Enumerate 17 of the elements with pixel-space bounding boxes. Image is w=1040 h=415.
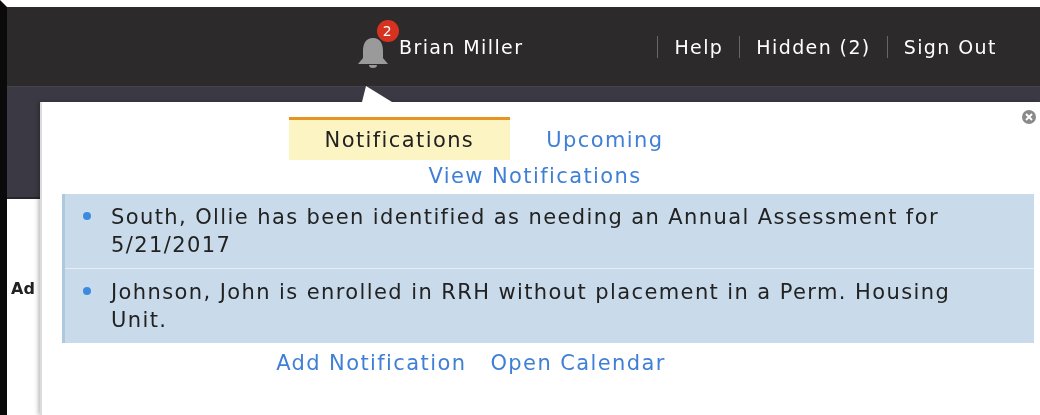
page-text: Ad [11, 279, 35, 298]
view-notifications-link[interactable]: View Notifications [428, 164, 642, 188]
close-icon[interactable] [1022, 110, 1036, 124]
tab[interactable]: Notifications [288, 117, 511, 160]
bullet-icon [83, 212, 91, 220]
top-link[interactable]: Hidden (2) [756, 35, 871, 58]
user-name[interactable]: Brian Miller [399, 35, 524, 58]
notification-text[interactable]: Johnson, John is enrolled in RRH without placement in a Perm. Housing Unit. [111, 278, 971, 334]
bell-icon[interactable] [355, 35, 391, 68]
notification-badge: 2 [377, 19, 399, 42]
tab[interactable]: Upcoming [526, 117, 684, 160]
top-link[interactable]: Sign Out [903, 35, 997, 58]
top-link[interactable]: Help [674, 35, 724, 58]
bullet-icon [83, 287, 91, 295]
footer-link[interactable]: Open Calendar [490, 351, 666, 375]
notification-text[interactable]: South, Ollie has been identified as needing an Annual Assessment for 5/21/2017 [111, 203, 971, 259]
footer-link[interactable]: Add Notification [276, 351, 467, 375]
